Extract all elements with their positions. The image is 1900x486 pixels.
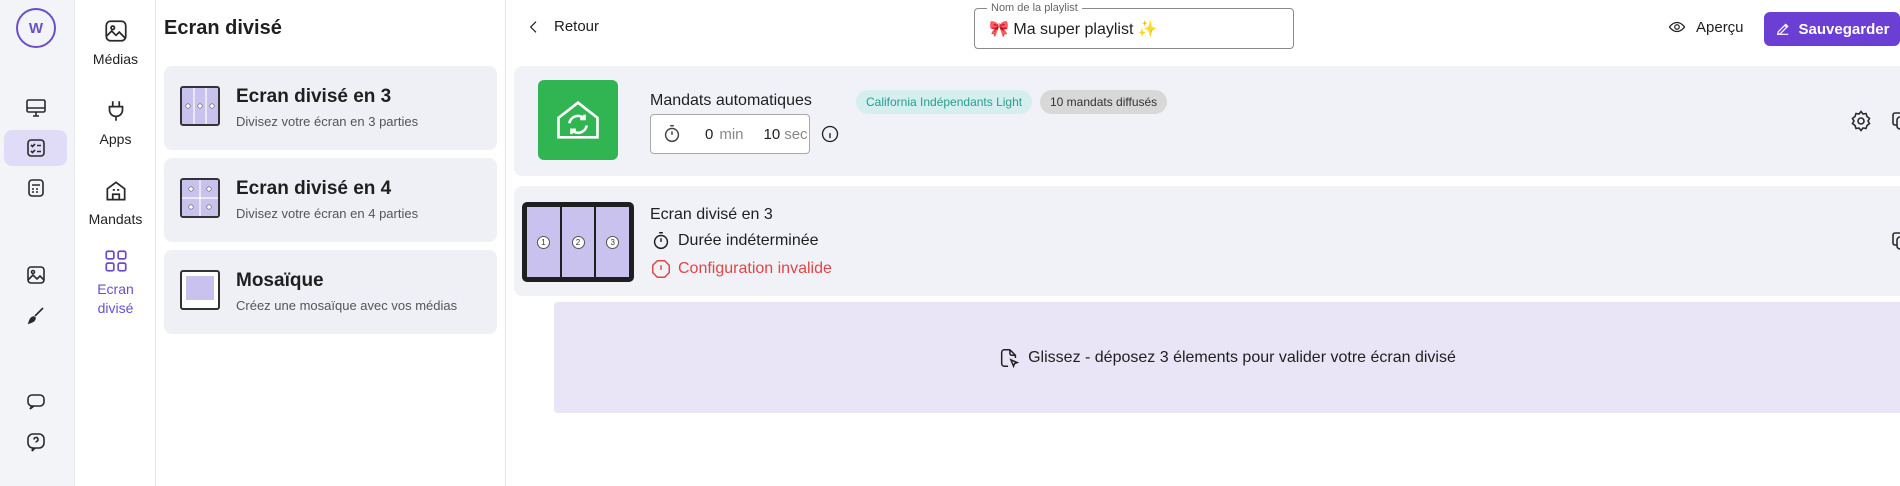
duration-input[interactable]: 0 min 10 sec — [650, 114, 810, 154]
pencil-icon — [1776, 23, 1789, 36]
card-title: Ecran divisé en 4 — [236, 178, 392, 199]
playlist-icon[interactable] — [4, 130, 67, 166]
category-apps[interactable]: Apps — [75, 98, 156, 149]
split-segment: 2 — [561, 207, 595, 277]
settings-icon[interactable] — [1848, 108, 1874, 134]
chevron-left-icon — [529, 20, 537, 33]
chat-icon[interactable] — [4, 384, 67, 420]
split-4-thumbnail — [180, 178, 220, 218]
eye-icon — [1668, 21, 1686, 33]
card-title: Ecran divisé en 3 — [236, 86, 392, 107]
split-3-thumbnail — [180, 86, 220, 126]
playlist-name-input[interactable] — [989, 18, 1279, 40]
duplicate-icon[interactable] — [1888, 228, 1900, 254]
agency-badge: California Indépendants Light — [856, 90, 1033, 114]
card-title: Mosaïque — [236, 270, 324, 291]
playlist-name-label: Nom de la playlist — [987, 2, 1082, 14]
timer-icon — [664, 125, 680, 143]
category-mandats[interactable]: Mandats — [75, 178, 156, 229]
help-icon[interactable] — [4, 424, 67, 460]
image-icon — [104, 20, 127, 42]
playlist-name-field: Nom de la playlist — [974, 2, 1294, 49]
warning-icon — [652, 260, 670, 278]
split-dropzone[interactable]: Glissez - déposez 3 élements pour valide… — [554, 302, 1900, 413]
split-3-preview: 1 2 3 — [522, 202, 634, 282]
duplicate-icon[interactable] — [1888, 108, 1900, 134]
icon-rail: W — [0, 0, 75, 486]
playlist-item-mandats[interactable]: Mandats automatiques California Indépend… — [514, 66, 1900, 176]
timer-icon — [653, 232, 669, 250]
screen-icon[interactable] — [4, 90, 67, 126]
seconds-unit: sec — [784, 125, 808, 143]
category-ecran-divise[interactable]: Ecran divisé — [75, 248, 156, 318]
card-subtitle: Créez une mosaïque avec vos médias — [236, 298, 458, 313]
drag-drop-icon — [1001, 348, 1020, 368]
split-4-card[interactable]: Ecran divisé en 4 Divisez votre écran en… — [164, 158, 497, 242]
split-screen-panel: Ecran divisé Ecran divisé en 3 Divisez v… — [156, 0, 506, 486]
house-refresh-icon — [557, 101, 599, 139]
app-logo[interactable]: W — [16, 8, 56, 48]
image-icon[interactable] — [4, 257, 67, 293]
preview-button[interactable]: Aperçu — [1668, 18, 1744, 36]
save-button[interactable]: Sauvegarder — [1764, 12, 1900, 46]
plug-icon — [108, 101, 123, 121]
brush-icon[interactable] — [4, 298, 67, 334]
split-icon — [104, 250, 127, 272]
split-3-card[interactable]: Ecran divisé en 3 Divisez votre écran en… — [164, 66, 497, 150]
invalid-config-message: Configuration invalide — [650, 258, 832, 280]
house-icon — [105, 181, 126, 201]
card-subtitle: Divisez votre écran en 3 parties — [236, 114, 419, 129]
mosaic-thumbnail — [180, 270, 220, 310]
item-title: Mandats automatiques — [650, 92, 812, 109]
duration-minutes[interactable]: 0 — [705, 126, 713, 143]
schedule-icon[interactable] — [4, 170, 67, 206]
panel-title: Ecran divisé — [164, 17, 282, 39]
split-segment: 1 — [527, 207, 560, 277]
info-icon[interactable] — [820, 124, 840, 149]
count-badge: 10 mandats diffusés — [1040, 90, 1168, 114]
mandats-tile — [538, 80, 618, 160]
minutes-unit: min — [719, 125, 744, 143]
category-medias[interactable]: Médias — [75, 18, 156, 69]
item-duration: Durée indéterminée — [650, 230, 819, 252]
category-column: Médias Apps Mandats Ecran divisé — [75, 0, 156, 486]
mosaic-card[interactable]: Mosaïque Créez une mosaïque avec vos méd… — [164, 250, 497, 334]
playlist-item-split[interactable]: 1 2 3 Ecran divisé en 3 Durée indétermin… — [514, 186, 1900, 296]
duration-seconds[interactable]: 10 — [764, 126, 781, 143]
card-subtitle: Divisez votre écran en 4 parties — [236, 206, 419, 221]
split-segment: 3 — [596, 207, 630, 277]
item-title: Ecran divisé en 3 — [650, 206, 773, 223]
back-button[interactable]: Retour — [526, 18, 599, 35]
